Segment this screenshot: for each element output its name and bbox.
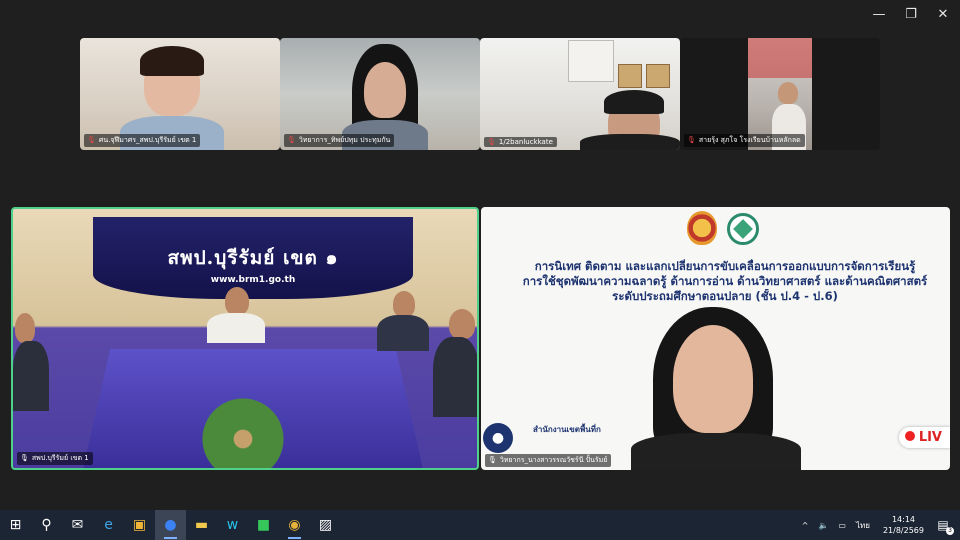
live-dot-icon [904, 431, 915, 441]
slide-title: การนิเทศ ติดตาม และแลกเปลี่ยนการขับเคลื่… [522, 259, 928, 303]
clock-time: 14:14 [891, 515, 916, 524]
obec-logo-icon [687, 211, 717, 245]
participant-tile-2[interactable]: 🎙 วิทยาการ_ทิพย์ปทุม ประทุมกัน [280, 38, 480, 150]
participant-name: 🎙 1/2banluckkate [484, 137, 557, 147]
minimize-button[interactable]: — [868, 4, 890, 24]
window-controls: — ❐ ✕ [868, 4, 954, 24]
close-button[interactable]: ✕ [932, 4, 954, 24]
mic-icon: 🎙 [488, 456, 497, 464]
webex-icon[interactable]: w [217, 510, 248, 540]
mic-muted-icon: 🎙 [287, 136, 296, 144]
mic-muted-icon: 🎙 [687, 136, 696, 144]
restore-button[interactable]: ❐ [900, 4, 922, 24]
clock[interactable]: 14:14 21/8/2569 [883, 514, 924, 536]
participant-name: 🎙 ศน.จุฬีมาศร_สพป.บุรีรัมย์ เขต 1 [84, 134, 201, 147]
taskbar: ⊞ ⚲ ✉ e ▣ ● ▬ w ■ ◉ ▨ ^ 🔈 ▭ ไทย 14:14 21… [0, 510, 960, 540]
line-icon[interactable]: ■ [248, 510, 279, 540]
participant-name: 🎙 วิทยากร_นางสาวรรณวัชร์นี ปั้นรัมย์ [485, 454, 612, 467]
participant-tile-3[interactable]: 🎙 1/2banluckkate [480, 38, 680, 150]
zoom-icon[interactable]: ● [155, 510, 186, 540]
presenter-tile[interactable]: การนิเทศ ติดตาม และแลกเปลี่ยนการขับเคลื่… [481, 207, 950, 470]
mic-muted-icon: 🎙 [487, 138, 496, 146]
store-icon[interactable]: ▣ [124, 510, 155, 540]
notification-icon[interactable]: ▤ 3 [934, 517, 954, 535]
participant-name: 🎙 สพป.บุรีรัมย์ เขต 1 [17, 452, 93, 465]
active-speaker-tile[interactable]: สพป.บุรีรัมย์ เขต ๑ www.brm1.go.th 🎙 สพป.… [11, 207, 479, 470]
files-icon[interactable]: ▬ [186, 510, 217, 540]
presenter-video [673, 325, 753, 433]
office-text: สำนักงานเขตพื้นที่ก [533, 425, 601, 434]
location-pin-icon: ● [483, 423, 513, 453]
mic-muted-icon: 🎙 [87, 136, 96, 144]
clock-date: 21/8/2569 [882, 526, 924, 535]
banner-title: สพป.บุรีรัมย์ เขต ๑ [167, 247, 339, 269]
battery-icon[interactable]: ▭ [838, 521, 846, 530]
participant-video [364, 62, 406, 118]
volume-icon[interactable]: 🔈 [818, 521, 828, 530]
participant-tile-4[interactable]: 🎙 สายรุ้ง สุภโจ โรงเรียนบ้านหลักลด [680, 38, 880, 150]
esa-logo-icon [727, 213, 759, 245]
language-indicator[interactable]: ไทย [856, 519, 870, 532]
chrome-icon[interactable]: ◉ [279, 510, 310, 540]
notification-badge: 3 [946, 527, 954, 535]
chevron-up-icon[interactable]: ^ [802, 521, 809, 530]
search-icon[interactable]: ⚲ [31, 510, 62, 540]
participant-name: 🎙 วิทยาการ_ทิพย์ปทุม ประทุมกัน [284, 134, 395, 147]
system-tray: ^ 🔈 ▭ ไทย 14:14 21/8/2569 ▤ 3 [797, 510, 960, 540]
wall-calendar [568, 40, 614, 82]
start-icon[interactable]: ⊞ [0, 510, 31, 540]
banner-url: www.brm1.go.th [210, 275, 296, 285]
mail-icon[interactable]: ✉ [62, 510, 93, 540]
participant-name: 🎙 สายรุ้ง สุภโจ โรงเรียนบ้านหลักลด [684, 134, 805, 147]
flower-arrangement [188, 369, 298, 468]
participant-tile-1[interactable]: 🎙 ศน.จุฬีมาศร_สพป.บุรีรัมย์ เขต 1 [80, 38, 280, 150]
edge-icon[interactable]: e [93, 510, 124, 540]
room-banner: สพป.บุรีรัมย์ เขต ๑ www.brm1.go.th [93, 217, 413, 299]
mic-icon: 🎙 [20, 454, 29, 462]
live-badge: LIV [898, 427, 950, 448]
photos-icon[interactable]: ▨ [310, 510, 341, 540]
